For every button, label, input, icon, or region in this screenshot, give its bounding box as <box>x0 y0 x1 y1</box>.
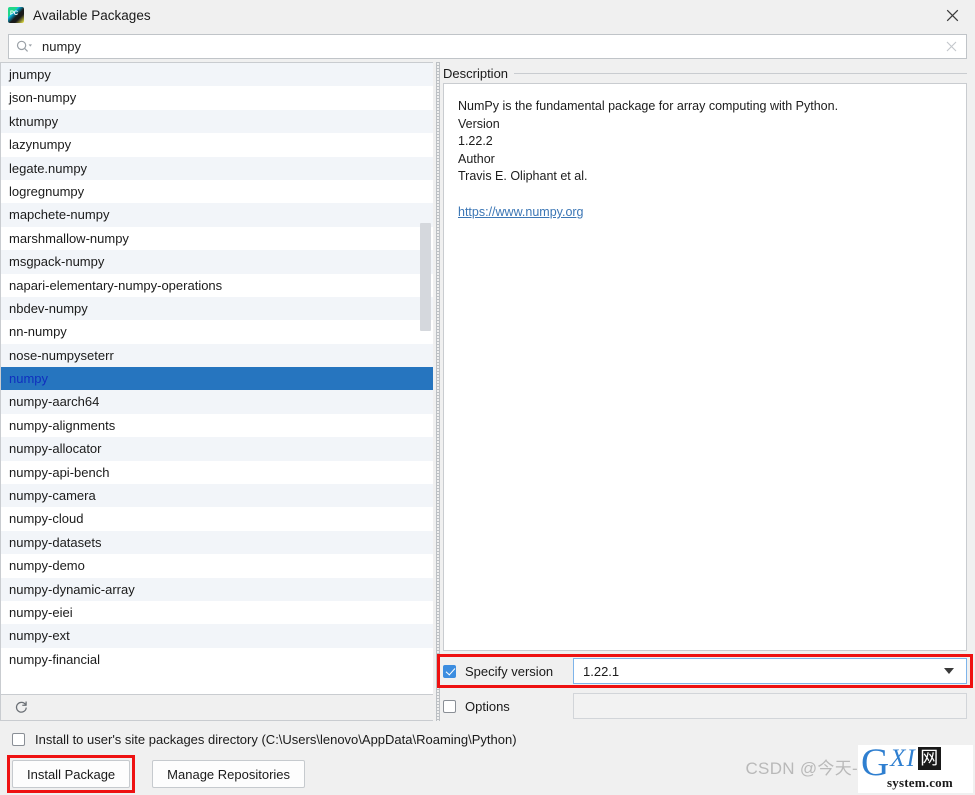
available-packages-dialog: Available Packages <box>0 0 975 795</box>
pane-splitter[interactable] <box>433 62 443 721</box>
package-list-pane: jnumpy json-numpy ktnumpy lazynumpy legate.n… <box>0 62 433 721</box>
close-icon[interactable] <box>929 0 975 30</box>
clear-icon[interactable] <box>946 41 957 52</box>
install-to-user-site-checkbox[interactable] <box>12 732 25 746</box>
options-row: Options <box>443 691 967 721</box>
vertical-scrollbar[interactable] <box>420 63 431 694</box>
package-list[interactable]: jnumpy json-numpy ktnumpy lazynumpy legate.n… <box>1 63 433 694</box>
package-list-item[interactable]: numpy-aarch64 <box>1 390 433 414</box>
package-list-item[interactable]: ktnumpy <box>1 109 433 134</box>
gxi-logo-subtitle: system.com <box>887 775 953 790</box>
search-input[interactable] <box>35 34 946 58</box>
scrollbar-thumb[interactable] <box>420 223 431 331</box>
package-list-item[interactable]: numpy-camera <box>1 484 433 508</box>
description-group: Description NumPy is the fundamental pac… <box>443 62 967 651</box>
package-list-item[interactable]: numpy-api-bench <box>1 460 433 485</box>
details-pane: Description NumPy is the fundamental pac… <box>443 62 967 721</box>
options-label: Options <box>465 698 510 714</box>
description-version-value: 1.22.2 <box>458 134 493 149</box>
specify-version-label: Specify version <box>465 663 554 679</box>
description-rule <box>514 72 967 74</box>
description-author-label: Author <box>458 151 495 166</box>
description-version-label: Version <box>458 116 500 131</box>
package-list-item[interactable]: numpy-demo <box>1 554 433 578</box>
package-list-item[interactable]: nbdev-numpy <box>1 296 433 321</box>
gxi-logo-wang: 网 <box>917 747 941 770</box>
description-box: NumPy is the fundamental package for arr… <box>443 83 967 651</box>
install-to-user-site-label: Install to user's site packages director… <box>35 731 517 747</box>
package-list-item[interactable]: lazynumpy <box>1 133 433 157</box>
package-list-item[interactable]: numpy-cloud <box>1 507 433 531</box>
window-title: Available Packages <box>33 7 151 23</box>
manage-repositories-button[interactable]: Manage Repositories <box>152 760 306 788</box>
package-list-item[interactable]: logregnumpy <box>1 179 433 204</box>
package-list-footer <box>1 694 433 720</box>
specify-version-label-cell: Specify version <box>443 664 573 679</box>
version-value: 1.22.1 <box>583 663 620 679</box>
specify-version-row: Specify version 1.22.1 <box>443 656 967 686</box>
refresh-icon[interactable] <box>7 696 35 720</box>
package-list-item[interactable]: numpy-financial <box>1 647 433 672</box>
package-list-item[interactable]: legate.numpy <box>1 156 433 180</box>
install-package-button[interactable]: Install Package <box>12 760 131 788</box>
search-box[interactable] <box>8 33 967 59</box>
package-list-item[interactable]: numpy-eiei <box>1 600 433 625</box>
package-list-item[interactable]: numpy-datasets <box>1 530 433 555</box>
package-list-item[interactable]: numpy-allocator <box>1 437 433 461</box>
version-combobox[interactable]: 1.22.1 <box>573 658 967 684</box>
pycharm-icon <box>8 7 24 23</box>
dialog-body: jnumpy json-numpy ktnumpy lazynumpy legate.n… <box>0 62 975 721</box>
package-list-item[interactable]: msgpack-numpy <box>1 250 433 274</box>
options-label-cell: Options <box>443 699 573 714</box>
package-list-item[interactable]: napari-elementary-numpy-operations <box>1 273 433 297</box>
chevron-down-icon[interactable] <box>944 668 954 674</box>
package-list-item[interactable]: marshmallow-numpy <box>1 226 433 251</box>
search-icon[interactable] <box>16 40 33 53</box>
gxi-logo-xi: XI <box>890 745 916 772</box>
gxi-logo-watermark: G XI 网 system.com <box>858 745 973 793</box>
gxi-logo-g: G <box>861 745 890 784</box>
description-author-value: Travis E. Oliphant et al. <box>458 169 588 184</box>
package-list-item[interactable]: nose-numpyseterr <box>1 343 433 368</box>
package-list-item[interactable]: json-numpy <box>1 86 433 110</box>
description-header: Description <box>443 63 967 83</box>
package-list-item[interactable]: numpy-ext <box>1 624 433 648</box>
options-checkbox[interactable] <box>443 699 456 713</box>
description-summary: NumPy is the fundamental package for arr… <box>458 99 839 113</box>
description-link[interactable]: https://www.numpy.org <box>458 204 954 222</box>
options-input[interactable] <box>573 693 967 719</box>
title-bar: Available Packages <box>0 0 975 30</box>
package-list-item-selected[interactable]: numpy <box>1 367 433 391</box>
package-list-item[interactable]: nn-numpy <box>1 320 433 344</box>
description-title: Description <box>443 65 509 81</box>
search-row <box>0 30 975 62</box>
package-list-item[interactable]: numpy-dynamic-array <box>1 577 433 601</box>
csdn-watermark: CSDN @今天- <box>745 759 858 778</box>
specify-version-checkbox[interactable] <box>443 664 456 678</box>
package-list-item[interactable]: numpy-alignments <box>1 413 433 438</box>
install-dir-row: Install to user's site packages director… <box>8 725 967 753</box>
package-list-item[interactable]: mapchete-numpy <box>1 203 433 227</box>
package-list-item[interactable]: jnumpy <box>1 63 433 87</box>
